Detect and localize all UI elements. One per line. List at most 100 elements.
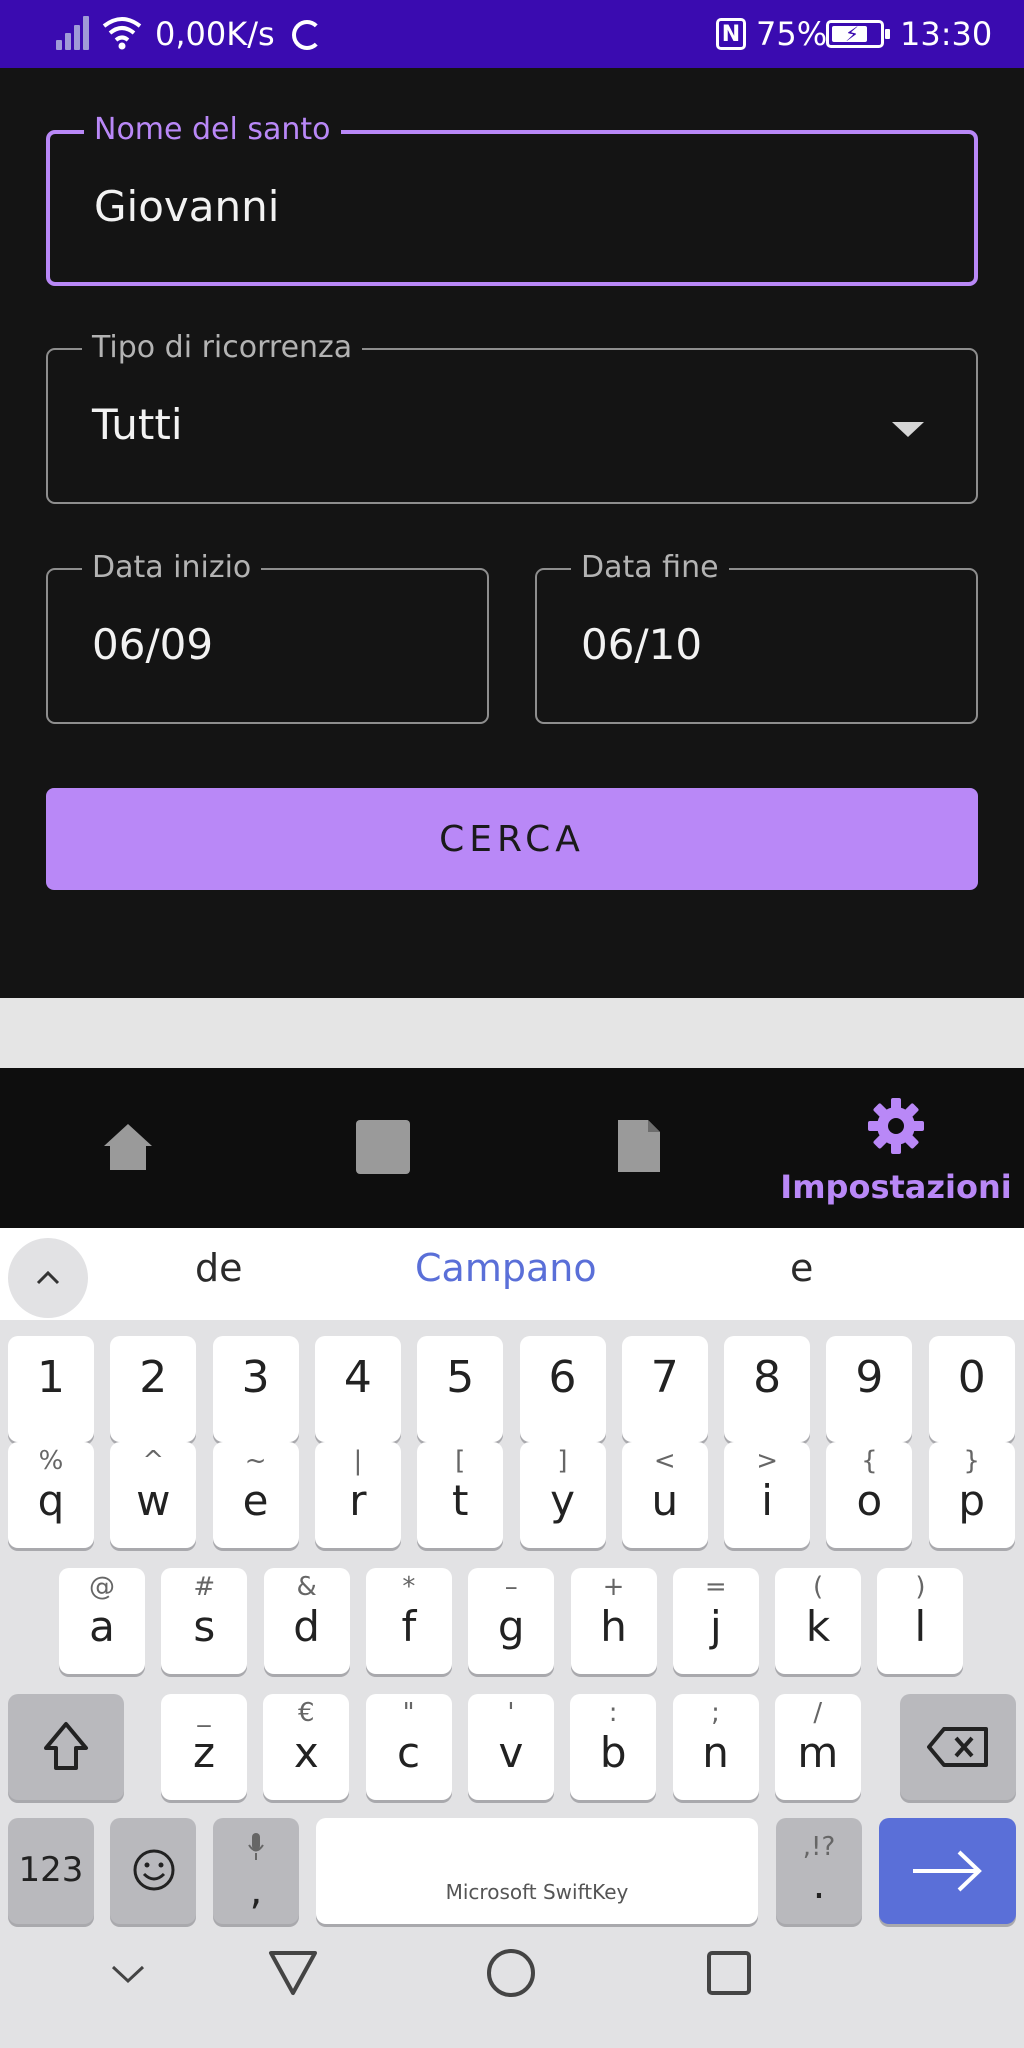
key-secondary-label: ; — [711, 1698, 720, 1728]
key-secondary-label: ) — [915, 1572, 926, 1602]
key-1[interactable]: 1 — [8, 1336, 94, 1442]
back-icon[interactable] — [268, 1950, 318, 1996]
chevron-up-icon — [36, 1270, 60, 1285]
key-label: f — [401, 1602, 417, 1651]
key-label: 3 — [241, 1352, 270, 1403]
search-button[interactable]: CERCA — [46, 788, 978, 890]
key-secondary-label: @ — [89, 1572, 115, 1602]
key-f[interactable]: * f — [365, 1568, 452, 1674]
key-secondary-label: & — [296, 1572, 317, 1602]
nav-item-home[interactable] — [0, 1068, 256, 1228]
key-6[interactable]: 6 — [519, 1336, 606, 1442]
key-secondary-label: # — [193, 1572, 216, 1602]
nav-item-square[interactable] — [256, 1068, 512, 1228]
suggestion-left[interactable]: de — [195, 1246, 243, 1290]
key-secondary-label: < — [653, 1446, 676, 1476]
comma-key[interactable]: , — [213, 1818, 299, 1924]
key-z[interactable]: _ z — [161, 1694, 247, 1800]
key-l[interactable]: ) l — [877, 1568, 964, 1674]
key-e[interactable]: ~ e — [212, 1442, 299, 1548]
nav-item-document[interactable] — [512, 1068, 768, 1228]
key-label: p — [958, 1476, 986, 1525]
key-s[interactable]: # s — [161, 1568, 248, 1674]
backspace-key[interactable] — [900, 1694, 1016, 1800]
key-i[interactable]: > i — [724, 1442, 811, 1548]
emoji-key[interactable] — [110, 1818, 196, 1924]
key-label: b — [599, 1728, 627, 1777]
recurrence-value: Tutti — [92, 400, 183, 449]
key-v[interactable]: ' v — [467, 1694, 554, 1800]
nav-item-settings[interactable]: Impostazioni — [768, 1068, 1024, 1228]
start-date-value: 06/09 — [92, 620, 214, 669]
wifi-icon — [102, 17, 142, 50]
key-label: n — [702, 1728, 729, 1777]
key-k[interactable]: (k — [775, 1568, 862, 1674]
end-date-field[interactable]: Data fine 06/10 — [535, 550, 978, 724]
key-secondary-label: ' — [507, 1698, 515, 1728]
key-label: x — [293, 1728, 319, 1777]
key-h[interactable]: + h — [570, 1568, 657, 1674]
key-8[interactable]: 8 — [724, 1336, 811, 1442]
emoji-icon — [133, 1849, 175, 1891]
key-label: g — [497, 1602, 525, 1651]
key-c[interactable]: " c — [365, 1694, 452, 1800]
key-label: 6 — [548, 1352, 577, 1403]
key-secondary-label: | — [353, 1446, 363, 1476]
key-p[interactable]: } p — [928, 1442, 1015, 1548]
space-key[interactable]: Microsoft SwiftKey — [316, 1818, 758, 1924]
key-secondary-label: { — [861, 1446, 878, 1476]
period-key[interactable]: ,!? . — [776, 1818, 862, 1924]
key-w[interactable]: ^ w — [110, 1442, 197, 1548]
key-b[interactable]: :b — [570, 1694, 657, 1800]
recurrence-dropdown[interactable]: Tipo di ricorrenza Tutti — [46, 330, 978, 504]
key-secondary-label: _ — [197, 1698, 211, 1728]
suggestion-center[interactable]: Campano — [415, 1246, 597, 1290]
key-label: 5 — [446, 1352, 475, 1403]
key-t[interactable]: [t — [417, 1442, 504, 1548]
key-secondary-label: = — [704, 1572, 727, 1602]
key-0[interactable]: 0 — [928, 1336, 1015, 1442]
home-icon — [104, 1124, 152, 1170]
key-o[interactable]: {o — [826, 1442, 913, 1548]
key-u[interactable]: < u — [621, 1442, 708, 1548]
battery-percent: 75% — [756, 15, 828, 53]
system-navigation — [0, 1932, 1024, 2048]
shift-icon — [44, 1722, 88, 1770]
start-date-field[interactable]: Data inizio 06/09 — [46, 550, 489, 724]
hide-keyboard-icon[interactable] — [110, 1962, 146, 1986]
key-label: 0 — [957, 1352, 986, 1403]
enter-key[interactable] — [879, 1818, 1016, 1924]
key-y[interactable]: ] y — [519, 1442, 606, 1548]
key-2[interactable]: 2 — [110, 1336, 197, 1442]
key-3[interactable]: 3 — [212, 1336, 299, 1442]
content-divider — [0, 998, 1024, 1068]
collapse-toolbar-button[interactable] — [8, 1238, 88, 1318]
key-7[interactable]: 7 — [621, 1336, 708, 1442]
battery-icon: ⚡ — [826, 20, 890, 48]
key-5[interactable]: 5 — [417, 1336, 504, 1442]
key-q[interactable]: % q — [8, 1442, 94, 1548]
key-9[interactable]: 9 — [826, 1336, 913, 1442]
numbers-key[interactable]: 123 — [8, 1818, 94, 1924]
home-button-icon[interactable] — [486, 1948, 536, 1998]
key-r[interactable]: | r — [314, 1442, 401, 1548]
recents-icon[interactable] — [706, 1950, 752, 1996]
key-secondary-label: > — [756, 1446, 778, 1476]
key-g[interactable]: – g — [468, 1568, 555, 1674]
key-m[interactable]: / m — [774, 1694, 861, 1800]
key-4[interactable]: 4 — [314, 1336, 401, 1442]
key-n[interactable]: ; n — [672, 1694, 759, 1800]
key-secondary-label: + — [602, 1572, 625, 1602]
microphone-icon — [248, 1833, 264, 1860]
key-secondary-label: " — [402, 1698, 415, 1728]
suggestion-right[interactable]: e — [790, 1246, 813, 1290]
key-label: i — [761, 1476, 773, 1525]
saint-name-value: Giovanni — [94, 182, 280, 231]
key-a[interactable]: @ a — [59, 1568, 145, 1674]
key-j[interactable]: = j — [672, 1568, 759, 1674]
shift-key[interactable] — [8, 1694, 124, 1800]
saint-name-field[interactable]: Nome del santo Giovanni — [46, 112, 978, 286]
key-label: q — [37, 1476, 65, 1525]
key-x[interactable]: € x — [263, 1694, 350, 1800]
key-d[interactable]: & d — [263, 1568, 350, 1674]
